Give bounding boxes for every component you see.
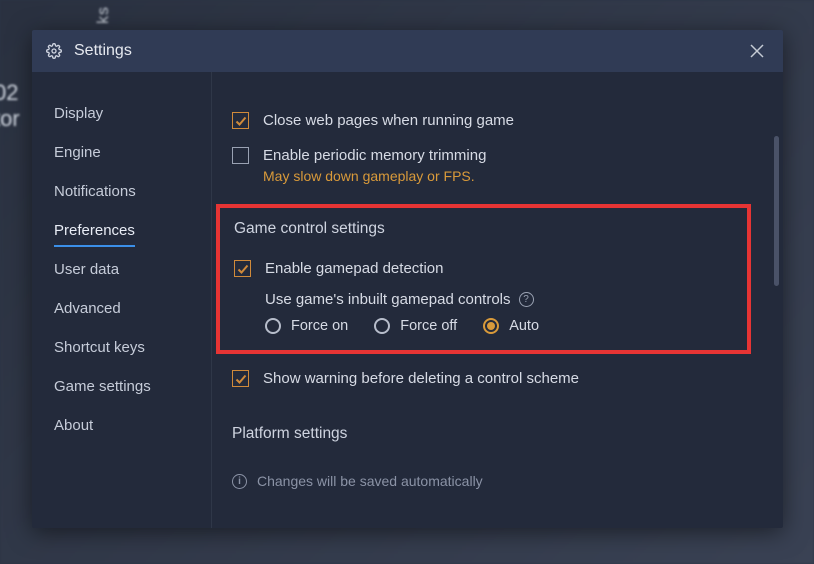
sidebar-item-display[interactable]: Display bbox=[32, 94, 211, 133]
sidebar-item-label: About bbox=[54, 417, 93, 434]
sidebar-item-label: Advanced bbox=[54, 300, 121, 317]
option-row: Show warning before deleting a control s… bbox=[232, 362, 759, 395]
option-label: Enable periodic memory trimming bbox=[263, 145, 486, 166]
section-title-game-control: Game control settings bbox=[234, 220, 733, 238]
option-label: Close web pages when running game bbox=[263, 110, 514, 131]
sidebar-item-shortcut-keys[interactable]: Shortcut keys bbox=[32, 328, 211, 367]
sidebar-item-label: User data bbox=[54, 261, 119, 278]
sub-option-text: Use game's inbuilt gamepad controls bbox=[265, 291, 511, 308]
radio-icon bbox=[374, 318, 390, 334]
option-label: Enable gamepad detection bbox=[265, 258, 443, 279]
option-note: May slow down gameplay or FPS. bbox=[263, 168, 486, 184]
radio-auto[interactable]: Auto bbox=[483, 318, 539, 334]
radio-force-off[interactable]: Force off bbox=[374, 318, 457, 334]
checkbox-memory-trimming[interactable] bbox=[232, 147, 249, 164]
close-button[interactable] bbox=[745, 39, 769, 63]
radio-label: Force off bbox=[400, 318, 457, 334]
sidebar-item-label: Preferences bbox=[54, 222, 135, 247]
sidebar: Display Engine Notifications Preferences… bbox=[32, 72, 212, 528]
settings-modal: Settings Display Engine Notifications Pr… bbox=[32, 30, 783, 528]
check-icon bbox=[235, 115, 247, 127]
radio-icon bbox=[483, 318, 499, 334]
radio-group-gamepad-mode: Force on Force off Auto bbox=[265, 318, 733, 334]
sidebar-item-label: Notifications bbox=[54, 183, 136, 200]
sidebar-item-engine[interactable]: Engine bbox=[32, 133, 211, 172]
sidebar-item-label: Shortcut keys bbox=[54, 339, 145, 356]
radio-label: Auto bbox=[509, 318, 539, 334]
checkbox-warn-delete-scheme[interactable] bbox=[232, 370, 249, 387]
titlebar: Settings bbox=[32, 30, 783, 72]
option-row: Enable periodic memory trimming May slow… bbox=[232, 139, 759, 190]
modal-body: Display Engine Notifications Preferences… bbox=[32, 72, 783, 528]
sidebar-item-label: Engine bbox=[54, 144, 101, 161]
sidebar-item-label: Game settings bbox=[54, 378, 151, 395]
gear-icon bbox=[46, 43, 62, 59]
option-row: Enable gamepad detection bbox=[234, 252, 733, 285]
radio-label: Force on bbox=[291, 318, 348, 334]
highlight-box: Game control settings Enable gamepad det… bbox=[216, 204, 751, 354]
radio-force-on[interactable]: Force on bbox=[265, 318, 348, 334]
checkbox-gamepad-detection[interactable] bbox=[234, 260, 251, 277]
content-pane: Close web pages when running game Enable… bbox=[212, 72, 783, 528]
sidebar-item-notifications[interactable]: Notifications bbox=[32, 172, 211, 211]
sidebar-item-label: Display bbox=[54, 105, 103, 122]
sidebar-item-about[interactable]: About bbox=[32, 406, 211, 445]
info-icon: i bbox=[232, 474, 247, 489]
option-label: Show warning before deleting a control s… bbox=[263, 368, 579, 389]
checkbox-close-web-pages[interactable] bbox=[232, 112, 249, 129]
sidebar-item-user-data[interactable]: User data bbox=[32, 250, 211, 289]
section-title-platform: Platform settings bbox=[232, 425, 759, 443]
sidebar-item-game-settings[interactable]: Game settings bbox=[32, 367, 211, 406]
option-row: Close web pages when running game bbox=[232, 104, 759, 137]
radio-icon bbox=[265, 318, 281, 334]
check-icon bbox=[237, 263, 249, 275]
modal-title: Settings bbox=[74, 42, 745, 60]
bg-frag-2: 02 tor bbox=[0, 80, 20, 132]
footer-note: i Changes will be saved automatically bbox=[232, 473, 759, 489]
help-icon[interactable]: ? bbox=[519, 292, 534, 307]
sidebar-item-preferences[interactable]: Preferences bbox=[32, 211, 211, 250]
close-icon bbox=[750, 44, 764, 58]
scrollbar-thumb[interactable] bbox=[774, 136, 779, 286]
sidebar-item-advanced[interactable]: Advanced bbox=[32, 289, 211, 328]
bg-frag-1: ks bbox=[95, 6, 113, 24]
sub-option-label: Use game's inbuilt gamepad controls ? bbox=[265, 291, 733, 308]
footer-note-text: Changes will be saved automatically bbox=[257, 473, 483, 489]
check-icon bbox=[235, 373, 247, 385]
